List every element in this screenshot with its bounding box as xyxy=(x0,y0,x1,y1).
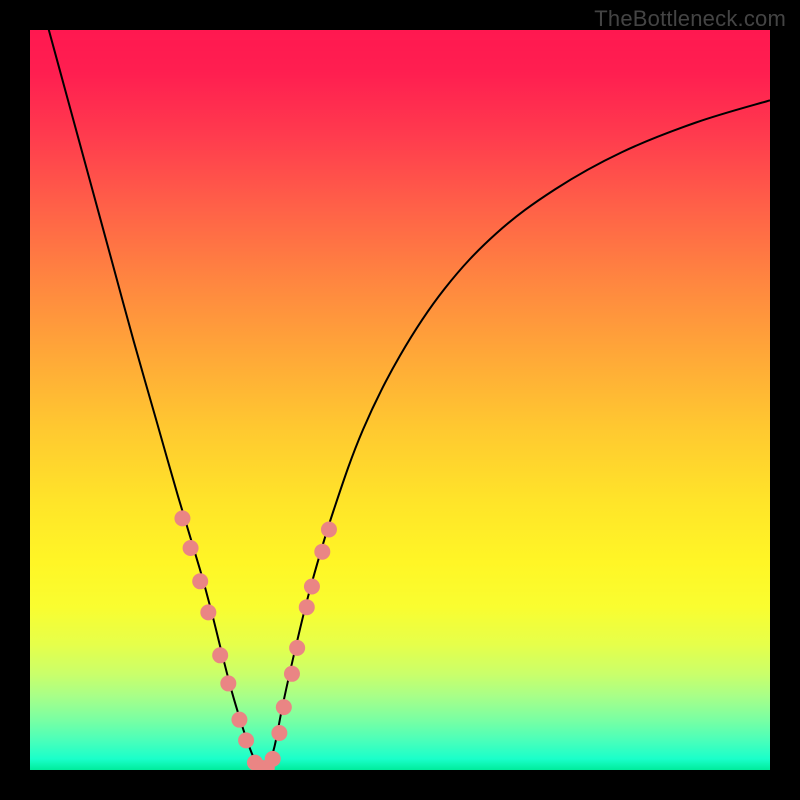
bottleneck-curve xyxy=(45,30,770,770)
data-bead xyxy=(174,510,190,526)
data-bead xyxy=(231,712,247,728)
data-bead xyxy=(271,725,287,741)
data-bead xyxy=(299,599,315,615)
data-bead xyxy=(314,544,330,560)
data-bead xyxy=(192,573,208,589)
data-bead xyxy=(265,751,281,767)
plot-area xyxy=(30,30,770,770)
bead-group xyxy=(174,510,337,770)
data-bead xyxy=(200,604,216,620)
watermark-text: TheBottleneck.com xyxy=(594,6,786,32)
data-bead xyxy=(304,578,320,594)
data-bead xyxy=(284,666,300,682)
data-bead xyxy=(276,699,292,715)
data-bead xyxy=(183,540,199,556)
chart-frame: TheBottleneck.com xyxy=(0,0,800,800)
data-bead xyxy=(220,675,236,691)
data-bead xyxy=(289,640,305,656)
data-bead xyxy=(212,647,228,663)
bottleneck-curve-layer xyxy=(30,30,770,770)
data-bead xyxy=(321,522,337,538)
data-bead xyxy=(238,732,254,748)
